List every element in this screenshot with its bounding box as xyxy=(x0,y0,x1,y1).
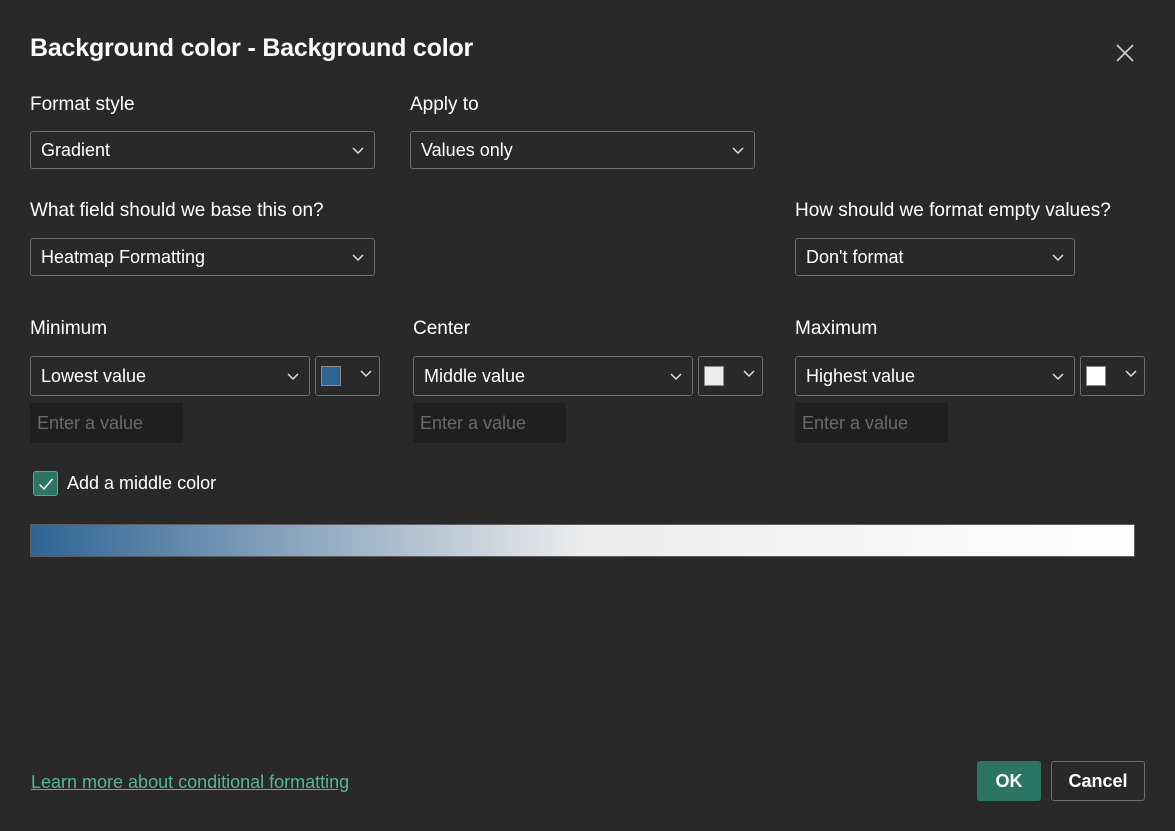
maximum-color-swatch xyxy=(1086,366,1106,386)
empty-values-dropdown[interactable]: Don't format xyxy=(795,238,1075,276)
maximum-color-picker[interactable] xyxy=(1080,356,1145,396)
chevron-down-icon xyxy=(287,373,299,381)
middle-color-label: Add a middle color xyxy=(67,473,217,493)
conditional-formatting-dialog: Background color - Background color Form… xyxy=(0,0,1175,831)
center-type-dropdown[interactable]: Middle value xyxy=(413,356,693,396)
minimum-type-value: Lowest value xyxy=(41,365,147,386)
chevron-down-icon xyxy=(352,254,364,262)
apply-to-label: Apply to xyxy=(410,94,479,115)
format-style-value: Gradient xyxy=(41,139,111,160)
minimum-value-input[interactable] xyxy=(30,403,183,443)
minimum-color-swatch xyxy=(321,366,341,386)
center-color-picker[interactable] xyxy=(698,356,763,396)
format-style-label: Format style xyxy=(30,94,135,115)
chevron-down-icon xyxy=(360,370,372,378)
minimum-color-picker[interactable] xyxy=(315,356,380,396)
maximum-value-input[interactable] xyxy=(795,403,948,443)
chevron-down-icon xyxy=(732,147,744,155)
learn-more-link[interactable]: Learn more about conditional formatting xyxy=(31,772,349,793)
maximum-label: Maximum xyxy=(795,318,878,339)
empty-values-value: Don't format xyxy=(806,246,904,267)
center-label: Center xyxy=(413,318,471,339)
maximum-type-value: Highest value xyxy=(806,365,916,386)
maximum-type-dropdown[interactable]: Highest value xyxy=(795,356,1075,396)
empty-values-label: How should we format empty values? xyxy=(795,200,1111,221)
chevron-down-icon xyxy=(743,370,755,378)
center-value-input[interactable] xyxy=(413,403,566,443)
cancel-button[interactable]: Cancel xyxy=(1051,761,1145,801)
ok-button[interactable]: OK xyxy=(977,761,1041,801)
base-field-label: What field should we base this on? xyxy=(30,200,324,221)
base-field-value: Heatmap Formatting xyxy=(41,246,206,267)
checkmark-icon xyxy=(39,478,54,491)
chevron-down-icon xyxy=(1125,370,1137,378)
chevron-down-icon xyxy=(352,147,364,155)
gradient-preview xyxy=(30,524,1135,557)
base-field-dropdown[interactable]: Heatmap Formatting xyxy=(30,238,375,276)
minimum-type-dropdown[interactable]: Lowest value xyxy=(30,356,310,396)
chevron-down-icon xyxy=(1052,373,1064,381)
dialog-title: Background color - Background color xyxy=(30,34,474,62)
apply-to-dropdown[interactable]: Values only xyxy=(410,131,755,169)
minimum-label: Minimum xyxy=(30,318,108,339)
format-style-dropdown[interactable]: Gradient xyxy=(30,131,375,169)
close-icon[interactable] xyxy=(1112,40,1138,66)
center-type-value: Middle value xyxy=(424,365,526,386)
center-color-swatch xyxy=(704,366,724,386)
chevron-down-icon xyxy=(1052,254,1064,262)
middle-color-checkbox[interactable] xyxy=(33,471,58,496)
apply-to-value: Values only xyxy=(421,139,513,160)
chevron-down-icon xyxy=(670,373,682,381)
